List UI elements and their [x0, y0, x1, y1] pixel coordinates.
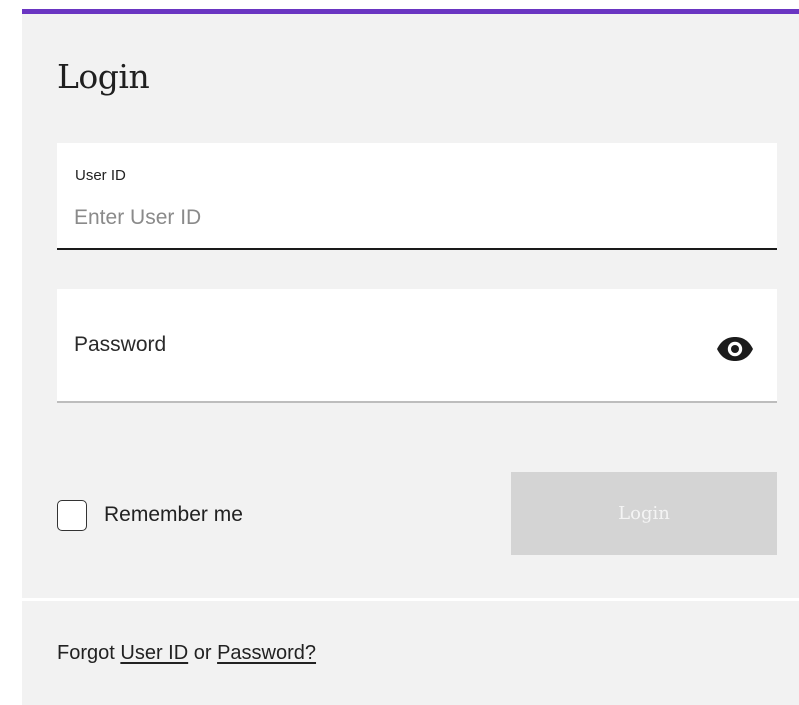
forgot-prefix: Forgot [57, 642, 115, 664]
divider [22, 598, 799, 601]
forgot-credentials: Forgot User ID or Password? [57, 642, 316, 665]
or-text: or [193, 642, 212, 664]
forgot-password-link[interactable]: Password? [217, 642, 316, 664]
page-title: Login [57, 57, 150, 96]
user-id-field[interactable]: User ID [57, 143, 777, 250]
accent-bar [22, 9, 799, 14]
login-panel: Login User ID Remember me Login Forgot U… [22, 9, 799, 705]
remember-me-checkbox[interactable] [57, 499, 87, 531]
login-button[interactable]: Login [511, 472, 777, 555]
password-input[interactable] [74, 327, 694, 363]
user-id-input[interactable] [74, 201, 754, 235]
remember-me-label: Remember me [104, 503, 243, 526]
eye-icon[interactable] [713, 334, 757, 364]
password-field[interactable] [57, 289, 777, 403]
remember-me-option[interactable]: Remember me [57, 497, 243, 533]
user-id-label: User ID [75, 167, 126, 184]
forgot-user-id-link[interactable]: User ID [120, 642, 188, 664]
eye-icon-graphic [717, 337, 753, 361]
